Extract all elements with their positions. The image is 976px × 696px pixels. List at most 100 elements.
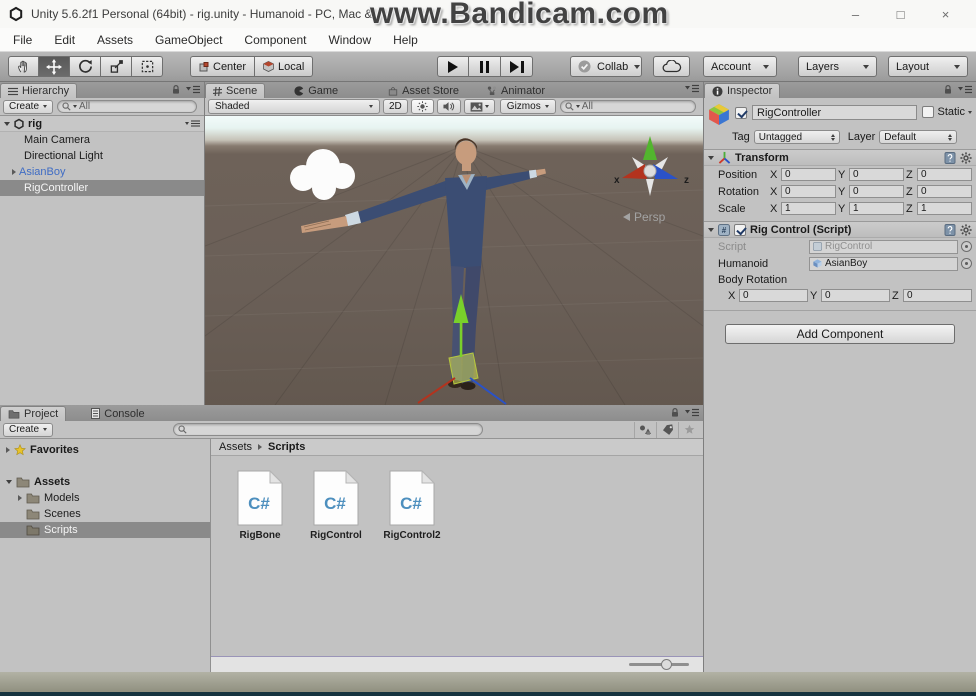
tab-console[interactable]: Console — [84, 406, 151, 421]
file-rigcontrol[interactable]: C# RigControl — [305, 470, 367, 541]
foldout-right-icon[interactable] — [12, 169, 16, 175]
rotation-x-field[interactable]: 0 — [781, 185, 836, 198]
pivot-center-button[interactable]: Center — [190, 56, 255, 77]
file-rigbone[interactable]: C# RigBone — [229, 470, 291, 541]
gear-icon[interactable] — [960, 152, 972, 164]
account-dropdown[interactable]: Account — [703, 56, 777, 77]
scale-x-field[interactable]: 1 — [781, 202, 836, 215]
search-by-type-icon[interactable] — [634, 422, 656, 438]
rotation-y-field[interactable]: 0 — [849, 185, 904, 198]
foldout-down-icon[interactable] — [708, 156, 714, 160]
tree-item-models[interactable]: Models — [0, 490, 210, 506]
minimize-icon[interactable]: – — [833, 7, 878, 22]
gameobject-cube-icon[interactable] — [708, 103, 730, 125]
static-checkbox[interactable] — [922, 106, 934, 118]
scale-tool-button[interactable] — [101, 56, 132, 77]
help-icon[interactable] — [944, 152, 956, 164]
lighting-toggle-button[interactable] — [411, 99, 434, 114]
space-local-button[interactable]: Local — [255, 56, 313, 77]
rotation-z-field[interactable]: 0 — [917, 185, 972, 198]
persp-indicator[interactable]: Persp — [623, 210, 665, 224]
body-rotation-y-field[interactable]: 0 — [821, 289, 890, 302]
hierarchy-create-button[interactable]: Create — [3, 100, 53, 114]
foldout-right-icon[interactable] — [6, 447, 10, 453]
rotate-tool-button[interactable] — [70, 56, 101, 77]
rig-control-header[interactable]: # Rig Control (Script) — [704, 221, 976, 238]
play-button[interactable] — [437, 56, 469, 77]
search-by-label-icon[interactable] — [656, 422, 678, 438]
panel-menu-icon[interactable] — [685, 408, 699, 417]
tab-scene[interactable]: Scene — [205, 83, 265, 98]
draw-mode-dropdown[interactable]: Shaded — [208, 99, 380, 114]
lock-icon[interactable] — [943, 84, 953, 95]
cloud-button[interactable] — [653, 56, 690, 77]
foldout-down-icon[interactable] — [6, 480, 12, 484]
static-toggle[interactable]: Static — [922, 106, 972, 118]
humanoid-object-field[interactable]: AsianBoy — [809, 257, 958, 271]
transform-header[interactable]: Transform — [704, 149, 976, 166]
project-create-button[interactable]: Create — [3, 423, 53, 437]
scene-viewport[interactable]: x z Persp — [205, 116, 703, 405]
body-rotation-x-field[interactable]: 0 — [739, 289, 808, 302]
tree-item-assets[interactable]: Assets — [0, 474, 210, 490]
thumbnail-size-slider[interactable] — [629, 663, 689, 666]
hand-tool-button[interactable] — [8, 56, 39, 77]
favorite-search-icon[interactable] — [678, 422, 700, 438]
breadcrumb-root[interactable]: Assets — [219, 441, 252, 453]
rect-tool-button[interactable] — [132, 56, 163, 77]
tab-game[interactable]: Game — [287, 83, 345, 98]
tag-dropdown[interactable]: Untagged — [754, 130, 840, 144]
object-picker-icon[interactable] — [961, 241, 972, 252]
scene-search-input[interactable]: All — [560, 100, 696, 113]
tab-inspector[interactable]: Inspector — [704, 83, 780, 98]
slider-thumb[interactable] — [661, 659, 672, 670]
script-object-field[interactable]: RigControl — [809, 240, 958, 254]
body-rotation-z-field[interactable]: 0 — [903, 289, 972, 302]
effects-dropdown-button[interactable] — [464, 99, 495, 114]
step-button[interactable] — [501, 56, 533, 77]
scene-header-row[interactable]: rig — [0, 116, 204, 132]
foldout-down-icon[interactable] — [708, 228, 714, 232]
lock-icon[interactable] — [171, 84, 181, 95]
breadcrumb-current[interactable]: Scripts — [268, 441, 305, 453]
tree-item-scripts[interactable]: Scripts — [0, 522, 210, 538]
object-picker-icon[interactable] — [961, 258, 972, 269]
panel-menu-icon[interactable] — [186, 85, 200, 94]
hierarchy-item-rigcontroller[interactable]: RigController — [0, 180, 204, 196]
2d-toggle-button[interactable]: 2D — [383, 99, 408, 114]
audio-toggle-button[interactable] — [437, 99, 461, 114]
position-x-field[interactable]: 0 — [781, 168, 836, 181]
project-search-input[interactable] — [173, 423, 483, 436]
tree-item-scenes[interactable]: Scenes — [0, 506, 210, 522]
hierarchy-item-directional-light[interactable]: Directional Light — [0, 148, 204, 164]
gizmos-dropdown[interactable]: Gizmos — [500, 99, 556, 114]
menu-item-edit[interactable]: Edit — [43, 33, 86, 47]
files-grid[interactable]: C# RigBone C# RigControl C# RigControl2 — [211, 456, 703, 656]
layers-dropdown[interactable]: Layers — [798, 56, 877, 77]
hierarchy-item-main-camera[interactable]: Main Camera — [0, 132, 204, 148]
tab-asset-store[interactable]: Asset Store — [381, 83, 466, 98]
hierarchy-search-input[interactable]: All — [57, 100, 197, 113]
panel-menu-icon[interactable] — [958, 85, 972, 94]
file-rigcontrol2[interactable]: C# RigControl2 — [381, 470, 443, 541]
tab-animator[interactable]: Animator — [480, 83, 552, 98]
tab-project[interactable]: Project — [0, 406, 66, 421]
hierarchy-item-asianboy[interactable]: AsianBoy — [0, 164, 204, 180]
gameobject-name-field[interactable]: RigController — [752, 105, 917, 120]
menu-item-assets[interactable]: Assets — [86, 33, 144, 47]
help-icon[interactable] — [944, 224, 956, 236]
menu-item-gameobject[interactable]: GameObject — [144, 33, 233, 47]
menu-item-file[interactable]: File — [2, 33, 43, 47]
foldout-down-icon[interactable] — [4, 122, 10, 126]
menu-item-component[interactable]: Component — [233, 33, 317, 47]
panel-menu-icon[interactable] — [685, 84, 699, 93]
component-enabled-checkbox[interactable] — [734, 224, 746, 236]
tab-hierarchy[interactable]: Hierarchy — [0, 83, 77, 98]
pause-button[interactable] — [469, 56, 501, 77]
collab-dropdown[interactable]: Collab — [570, 56, 642, 77]
active-checkbox[interactable] — [735, 107, 747, 119]
position-y-field[interactable]: 0 — [849, 168, 904, 181]
scale-y-field[interactable]: 1 — [849, 202, 904, 215]
close-icon[interactable]: × — [923, 7, 968, 22]
scale-z-field[interactable]: 1 — [917, 202, 972, 215]
